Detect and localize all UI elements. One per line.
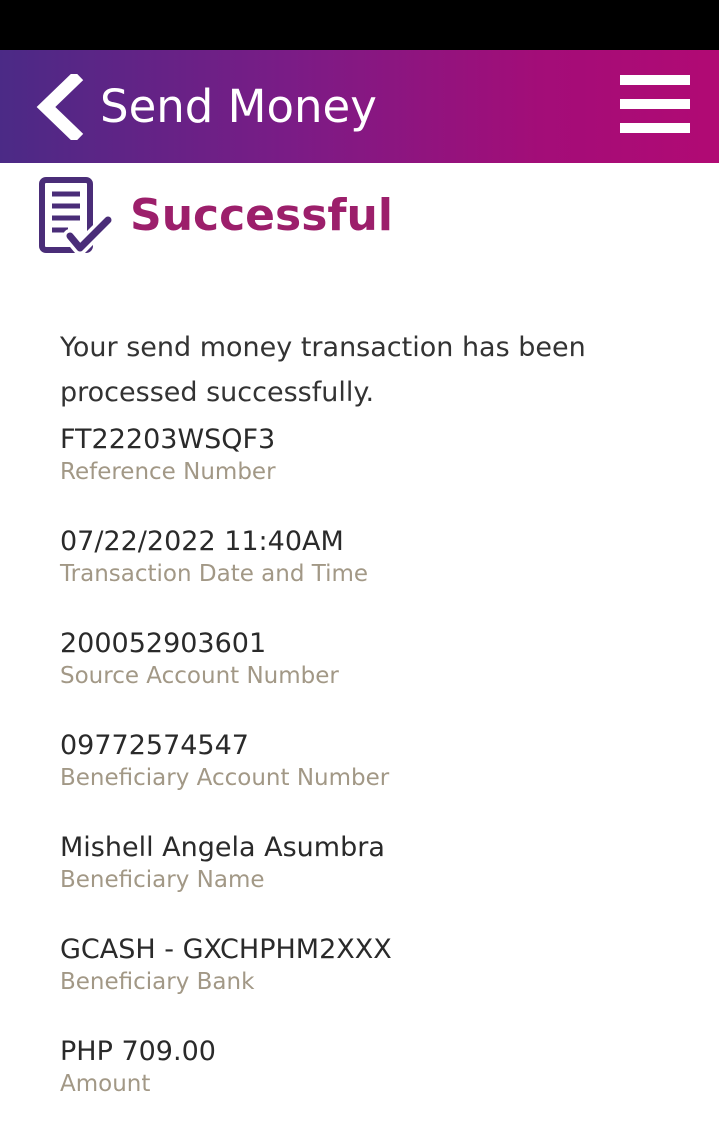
status-header: Successful xyxy=(38,176,678,260)
receipt-check-icon xyxy=(39,177,112,255)
detail-label: Beneficiary Account Number xyxy=(60,765,390,791)
detail-beneficiary-bank: GCASH - GXCHPHM2XXX Beneficiary Bank xyxy=(60,932,680,1034)
detail-label: Reference Number xyxy=(60,459,276,485)
detail-label: Amount xyxy=(60,1071,151,1097)
detail-beneficiary-name: Mishell Angela Asumbra Beneficiary Name xyxy=(60,830,680,932)
detail-label: Beneficiary Bank xyxy=(60,969,255,995)
detail-label: Beneficiary Name xyxy=(60,867,265,893)
detail-value: GCASH - GXCHPHM2XXX xyxy=(60,934,392,965)
detail-amount: PHP 709.00 Amount xyxy=(60,1034,680,1136)
detail-transaction-date: 07/22/2022 11:40AM Transaction Date and … xyxy=(60,524,680,626)
detail-source-account: 200052903601 Source Account Number xyxy=(60,626,680,728)
detail-reference-number: FT22203WSQF3 Reference Number xyxy=(60,422,680,524)
status-message: Your send money transaction has been pro… xyxy=(60,332,586,408)
detail-beneficiary-account: 09772574547 Beneficiary Account Number xyxy=(60,728,680,830)
detail-label: Source Account Number xyxy=(60,663,339,689)
status-title: Successful xyxy=(130,190,393,241)
detail-value: 09772574547 xyxy=(60,730,249,761)
app-header: Send Money xyxy=(0,50,719,163)
detail-value: PHP 709.00 xyxy=(60,1036,216,1067)
detail-value: FT22203WSQF3 xyxy=(60,424,276,455)
back-button[interactable] xyxy=(34,74,90,140)
page-title: Send Money xyxy=(100,80,377,133)
menu-button[interactable] xyxy=(620,75,692,135)
status-bar xyxy=(0,0,719,50)
detail-label: Transaction Date and Time xyxy=(60,561,369,587)
detail-value: 200052903601 xyxy=(60,628,267,659)
chevron-left-icon xyxy=(36,74,84,140)
detail-value: Mishell Angela Asumbra xyxy=(60,832,385,863)
transaction-details: FT22203WSQF3 Reference Number 07/22/2022… xyxy=(60,422,680,1136)
detail-value: 07/22/2022 11:40AM xyxy=(60,526,344,557)
